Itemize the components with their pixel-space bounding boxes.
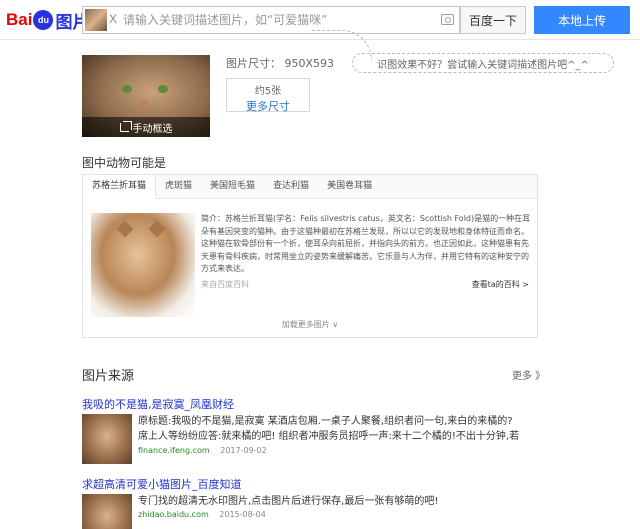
cat-eye-right [158, 85, 168, 93]
tab-scottish-fold[interactable]: 苏格兰折耳猫 [83, 175, 157, 199]
cat-ear-right [148, 220, 166, 238]
result-description: 原标题:我吸的不是猫,是寂寞 某酒店包厢.一桌子人聚餐,组织者问一句,来白的来橘… [138, 414, 608, 444]
logo-text-bai: Bai [6, 10, 33, 29]
baidu-logo[interactable]: Bai du 图片 [6, 9, 89, 33]
view-baike-link[interactable]: 查看ta的百科 > [472, 279, 529, 290]
result-thumbnail[interactable] [82, 414, 132, 464]
result-description: 专门找的超清无水印图片,点击图片后进行保存,最后一张有够萌的吧! [138, 494, 608, 509]
result-site: zhidao.baidu.com [138, 510, 209, 519]
manual-crop-button[interactable]: 手动框选 [82, 117, 210, 137]
result-title-link[interactable]: 求超高清可爱小猫图片_百度知道 [82, 476, 622, 492]
sources-more-link[interactable]: 更多 》 [512, 367, 545, 382]
animal-guess-panel: 苏格兰折耳猫 虎斑猫 美国短毛猫 查达利猫 美国卷耳猫 简介：苏格兰折耳猫(学名… [82, 174, 538, 338]
sources-title: 图片来源 [82, 369, 135, 384]
result-item: 我吸的不是猫,是寂寞_凤凰财经 原标题:我吸的不是猫,是寂寞 某酒店包厢.一桌子… [82, 396, 622, 464]
search-input[interactable] [123, 11, 423, 29]
animal-intro: 简介：苏格兰折耳猫(学名：Felis silvestris catus，英文名：… [201, 214, 531, 273]
tab-chartreux[interactable]: 查达利猫 [264, 175, 318, 198]
size-count: 约5张 [254, 86, 282, 97]
result-desc-line: 原标题:我吸的不是猫,是寂寞 某酒店包厢.一桌子人聚餐,组织者问一句,来白的来橘… [138, 416, 513, 427]
search-query-thumbnail[interactable] [85, 9, 107, 31]
result-item: 求超高清可爱小猫图片_百度知道 专门找的超清无水印图片,点击图片后进行保存,最后… [82, 476, 622, 529]
clear-image-button[interactable]: X [109, 12, 117, 26]
result-desc-line: 专门找的超清无水印图片,点击图片后进行保存,最后一张有够萌的吧! [138, 496, 439, 507]
result-meta: finance.ifeng.com 2017-09-02 [138, 446, 267, 455]
tab-tabby-cat[interactable]: 虎斑猫 [156, 175, 201, 198]
animal-image[interactable] [91, 213, 195, 317]
result-title-link[interactable]: 我吸的不是猫,是寂寞_凤凰财经 [82, 396, 622, 412]
more-sizes-button[interactable]: 约5张 更多尺寸 [226, 78, 310, 113]
search-box: X [82, 6, 460, 34]
crop-icon [119, 120, 132, 132]
search-button[interactable]: 百度一下 [460, 6, 526, 34]
animal-tabs: 苏格兰折耳猫 虎斑猫 美国短毛猫 查达利猫 美国卷耳猫 [83, 175, 537, 199]
cat-eye-left [122, 85, 132, 93]
result-date: 2015-08-04 [219, 510, 266, 519]
cat-nose [140, 101, 148, 106]
baike-source: 来自百度百科 [201, 280, 249, 289]
cat-ear-left [116, 220, 134, 238]
result-thumbnail[interactable] [82, 494, 132, 529]
tab-american-curl[interactable]: 美国卷耳猫 [318, 175, 381, 198]
result-desc-line: 席上人等纷纷应答:就来橘的吧! 组织者冲服务员招呼一声:来十二个橘的!不出十分钟… [138, 431, 520, 442]
more-sizes-link: 更多尺寸 [246, 100, 290, 113]
local-upload-button[interactable]: 本地上传 [534, 6, 630, 34]
load-more-images[interactable]: 加载更多图片 ∨ [83, 319, 537, 330]
result-site: finance.ifeng.com [138, 446, 210, 455]
logo-text-du: du [37, 15, 49, 25]
tab-american-shorthair[interactable]: 美国短毛猫 [201, 175, 264, 198]
manual-crop-label: 手动框选 [132, 123, 173, 135]
logo-paw-icon: du [33, 10, 54, 30]
query-image: 手动框选 [82, 55, 210, 137]
camera-icon[interactable] [441, 14, 454, 25]
result-date: 2017-09-02 [220, 446, 267, 455]
keyword-tip[interactable]: 识图效果不好？尝试输入关键词描述图片吧^_^ [352, 53, 614, 73]
animal-section-title: 图中动物可能是 [82, 156, 167, 170]
result-meta: zhidao.baidu.com 2015-08-04 [138, 510, 266, 519]
